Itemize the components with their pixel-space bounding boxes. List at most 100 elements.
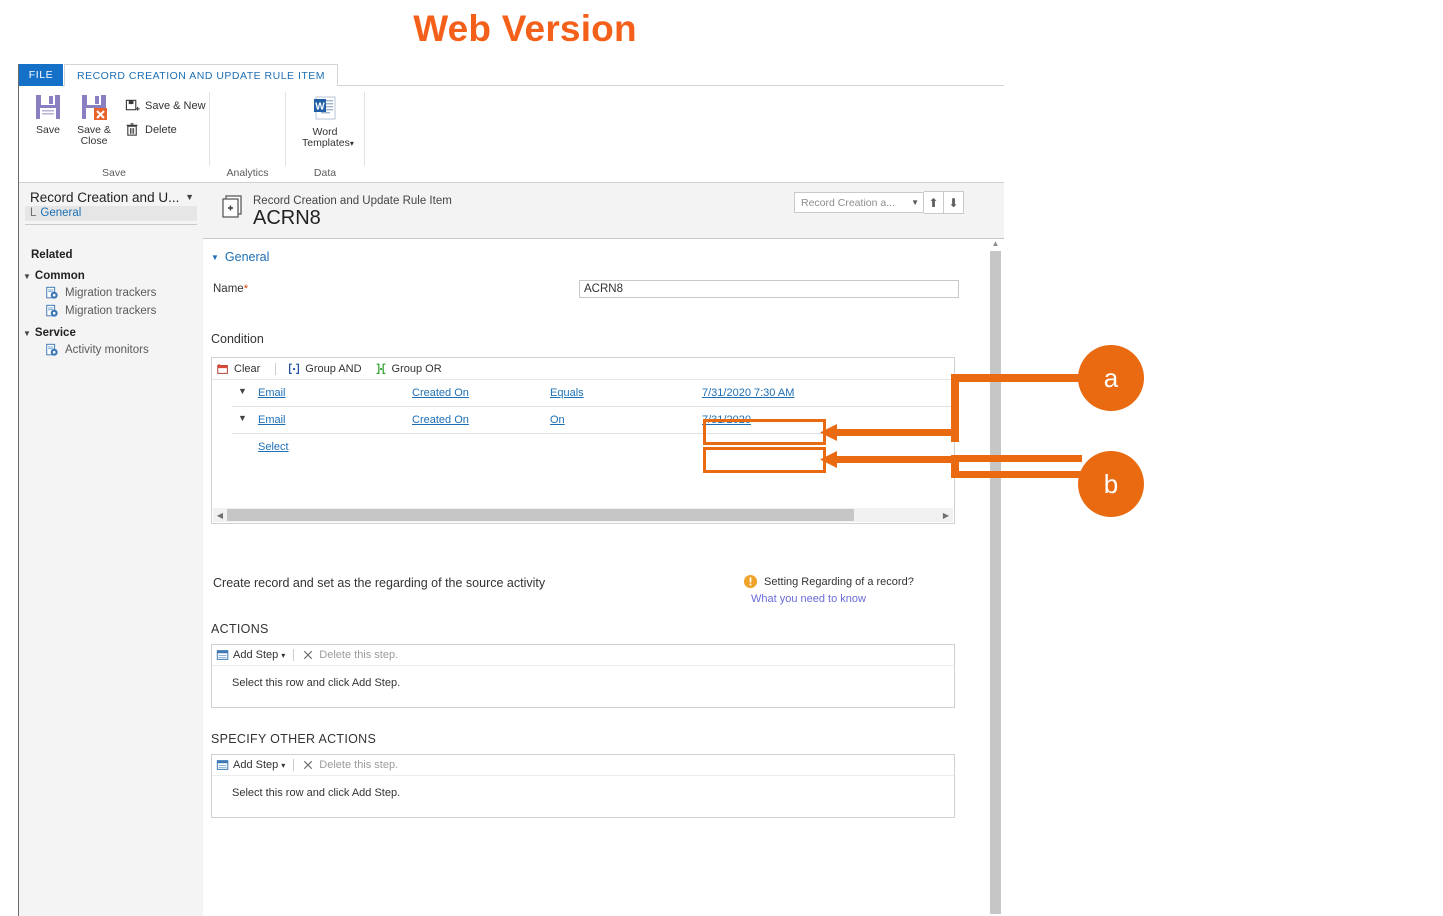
nav-item-migration-trackers-1[interactable]: Migration trackers xyxy=(45,286,203,300)
warning-icon xyxy=(743,574,758,589)
row-expand-icon[interactable]: ▼ xyxy=(238,386,247,396)
form-scroll-region: ▲ ▼ General Name* Condition xyxy=(203,239,1004,916)
nav-item-general-label: General xyxy=(40,207,82,219)
chevron-down-icon[interactable]: ▼ xyxy=(911,198,919,207)
ribbon-separator-3 xyxy=(364,92,365,166)
group-and-button[interactable]: Group AND xyxy=(287,362,362,376)
table-row[interactable]: ▼ Email Created On Equals 7/31/2020 7:30… xyxy=(232,380,953,407)
next-record-button[interactable]: ⬇ xyxy=(944,191,964,214)
ribbon-group-save-label: Save xyxy=(102,167,126,179)
section-general-header[interactable]: ▼ General xyxy=(211,250,984,264)
save-and-close-button[interactable]: Save & Close xyxy=(71,92,117,147)
nav-tree-connector: L xyxy=(30,207,37,219)
delete-label: Delete xyxy=(145,123,177,136)
save-and-close-label-2: Close xyxy=(80,135,108,147)
nav-group-common[interactable]: ▼ Common xyxy=(23,270,203,282)
regarding-warning-text: Setting Regarding of a record? xyxy=(764,575,914,588)
name-label-text: Name xyxy=(213,283,244,295)
condition-value[interactable]: 7/31/2020 xyxy=(702,414,751,426)
previous-record-button[interactable]: ⬆ xyxy=(924,191,944,214)
svg-text:W: W xyxy=(315,102,325,113)
condition-entity[interactable]: Email xyxy=(258,414,286,426)
actions-step-editor: Add Step ▾ Delete this step. Select this… xyxy=(211,644,955,708)
chevron-down-icon[interactable]: ▼ xyxy=(185,192,194,202)
trash-icon xyxy=(126,123,138,136)
group-or-icon xyxy=(376,363,385,374)
save-and-new-button[interactable]: Save & New xyxy=(125,98,206,113)
chevron-down-icon[interactable]: ▾ xyxy=(281,651,285,660)
add-step-button[interactable]: Add Step ▾ xyxy=(216,758,285,772)
condition-select-row[interactable]: Select xyxy=(232,434,953,460)
ribbon-group-save: Save Save & Close Save & New Delete Save xyxy=(19,86,209,181)
page-title: Web Version xyxy=(413,8,637,49)
condition-operator[interactable]: On xyxy=(550,414,565,426)
scrollbar-thumb[interactable] xyxy=(227,509,854,521)
regarding-section: Create record and set as the regarding o… xyxy=(211,574,984,616)
word-templates-icon: W xyxy=(314,96,336,120)
ribbon-group-data: W Word Templates▾ Data xyxy=(286,86,364,181)
record-lock-icon xyxy=(46,343,58,356)
tab-record-creation-and-update-rule-item[interactable]: RECORD CREATION AND UPDATE RULE ITEM xyxy=(64,64,339,86)
actions-heading: ACTIONS xyxy=(211,622,269,636)
group-or-label: Group OR xyxy=(391,362,442,375)
save-button[interactable]: Save xyxy=(25,92,71,136)
chevron-down-icon[interactable]: ▾ xyxy=(281,761,285,770)
clear-button[interactable]: Clear xyxy=(216,362,260,376)
what-you-need-to-know-link[interactable]: What you need to know xyxy=(751,593,866,605)
form-vertical-scrollbar[interactable]: ▲ xyxy=(990,239,1001,914)
chevron-down-icon[interactable]: ▾ xyxy=(350,139,354,148)
condition-field[interactable]: Created On xyxy=(412,414,469,426)
triangle-expand-icon: ▼ xyxy=(23,271,31,281)
condition-entity[interactable]: Email xyxy=(258,387,286,399)
actions-empty-row[interactable]: Select this row and click Add Step. xyxy=(212,677,400,689)
other-actions-heading: SPECIFY OTHER ACTIONS xyxy=(211,732,377,746)
add-step-button[interactable]: Add Step ▾ xyxy=(216,648,285,662)
word-templates-label-2-text: Templates xyxy=(302,137,350,149)
word-templates-button[interactable]: W Word Templates▾ xyxy=(302,94,354,149)
tab-file[interactable]: FILE xyxy=(19,64,63,86)
scroll-up-arrow-icon[interactable]: ▲ xyxy=(990,239,1001,249)
nav-group-service[interactable]: ▼ Service xyxy=(23,327,203,339)
condition-operator[interactable]: Equals xyxy=(550,387,584,399)
scrollbar-thumb[interactable] xyxy=(990,251,1001,914)
condition-horizontal-scrollbar[interactable]: ◀ ▶ xyxy=(213,508,953,522)
record-set-dropdown[interactable]: Record Creation a... ▼ xyxy=(794,192,924,213)
table-row[interactable]: ▼ Email Created On On 7/31/2020 xyxy=(232,407,953,434)
ribbon: FILE RECORD CREATION AND UPDATE RULE ITE… xyxy=(19,64,1004,183)
regarding-warning: Setting Regarding of a record? xyxy=(743,574,914,589)
nav-related-heading: Related xyxy=(31,249,73,261)
nav-header[interactable]: Record Creation and U... ▼ L General xyxy=(25,188,197,225)
condition-value[interactable]: 7/31/2020 7:30 AM xyxy=(702,387,794,399)
save-and-close-icon xyxy=(82,95,107,120)
ribbon-group-analytics: Analytics xyxy=(210,86,285,181)
record-add-icon xyxy=(222,195,242,218)
ribbon-group-analytics-label: Analytics xyxy=(226,167,269,179)
name-input[interactable] xyxy=(579,280,959,298)
row-expand-icon[interactable]: ▼ xyxy=(238,413,247,423)
nav-item-label: Migration trackers xyxy=(65,287,157,299)
other-actions-empty-row[interactable]: Select this row and click Add Step. xyxy=(212,787,400,799)
callout-badge-a: a xyxy=(1078,345,1144,411)
scroll-right-arrow-icon[interactable]: ▶ xyxy=(939,511,953,520)
callout-badge-b: b xyxy=(1078,451,1144,517)
toolbar-separator xyxy=(293,649,295,661)
nav-item-migration-trackers-2[interactable]: Migration trackers xyxy=(45,304,203,318)
ribbon-group-data-label: Data xyxy=(313,167,337,179)
content-area: Record Creation and U... ▼ L General Rela… xyxy=(19,183,1004,916)
form-body: ▼ General Name* Condition xyxy=(203,239,984,916)
delete-step-button: Delete this step. xyxy=(302,759,398,771)
scrollbar-track[interactable] xyxy=(227,509,939,521)
form-record-title: ACRN8 xyxy=(253,207,321,229)
group-or-button[interactable]: Group OR xyxy=(374,362,442,376)
nav-item-activity-monitors[interactable]: Activity monitors xyxy=(45,343,203,357)
record-lock-icon xyxy=(46,304,58,317)
scroll-left-arrow-icon[interactable]: ◀ xyxy=(213,511,227,520)
delete-button[interactable]: Delete xyxy=(125,122,177,137)
condition-select-link[interactable]: Select xyxy=(258,441,289,453)
add-step-icon xyxy=(216,760,229,770)
condition-field[interactable]: Created On xyxy=(412,387,469,399)
name-field-row: Name* xyxy=(211,280,984,300)
word-templates-label-2: Templates▾ xyxy=(302,137,354,149)
nav-item-general[interactable]: L General xyxy=(25,206,197,221)
record-set-selector[interactable]: Record Creation a... ▼ ⬆ ⬇ xyxy=(794,191,964,214)
